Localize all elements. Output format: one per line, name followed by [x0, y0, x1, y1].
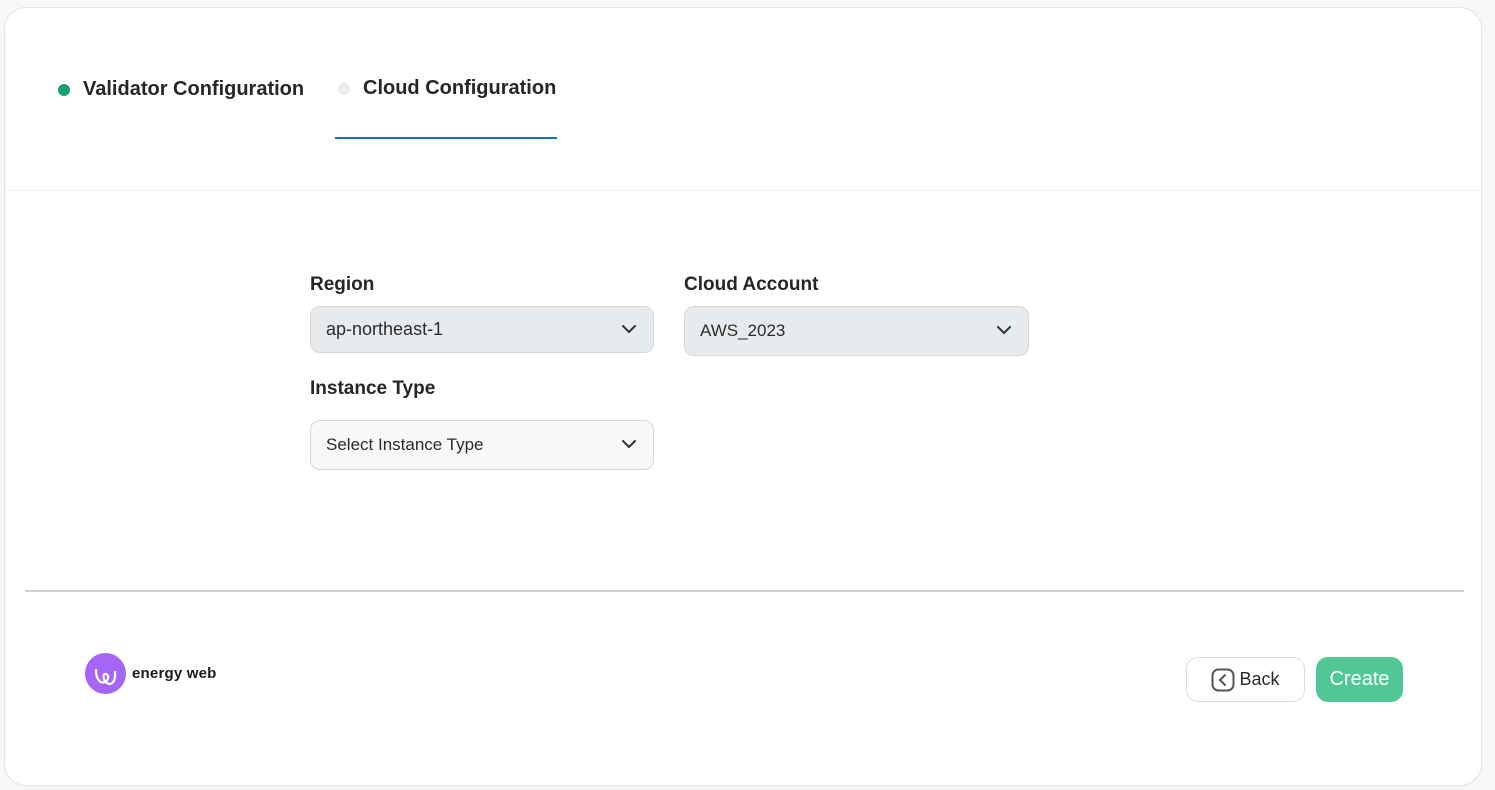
instance-type-placeholder: Select Instance Type — [326, 435, 484, 454]
chevron-down-icon — [622, 440, 636, 448]
chevron-down-icon — [622, 324, 636, 333]
region-select[interactable]: ap-northeast-1 — [310, 306, 654, 353]
step-label: Cloud Configuration — [363, 77, 557, 99]
create-button[interactable]: Create — [1316, 657, 1403, 702]
cloud-account-label: Cloud Account — [684, 274, 819, 295]
step-status-dot-icon — [338, 82, 350, 95]
instance-type-select[interactable]: Select Instance Type — [310, 420, 654, 470]
cloud-account-select[interactable]: AWS_2023 — [684, 306, 1029, 356]
step-validator-configuration[interactable]: Validator Configuration — [58, 78, 304, 101]
chevron-left-box-icon — [1211, 668, 1235, 691]
energy-web-logo: energy web — [85, 653, 217, 694]
header-divider — [5, 190, 1481, 191]
active-step-indicator — [335, 137, 557, 139]
step-label: Validator Configuration — [83, 78, 305, 100]
step-cloud-configuration[interactable]: Cloud Configuration — [338, 77, 556, 100]
cloud-account-value: AWS_2023 — [700, 321, 786, 340]
back-label: Back — [1239, 669, 1280, 689]
logo-text: energy web — [132, 665, 217, 682]
back-button[interactable]: Back — [1186, 657, 1305, 702]
footer-divider — [25, 590, 1464, 592]
chevron-down-icon — [997, 326, 1011, 334]
energy-web-logo-icon — [85, 653, 126, 694]
step-status-dot-icon — [58, 83, 70, 96]
instance-type-label: Instance Type — [310, 378, 436, 399]
wizard-card: Validator Configuration Cloud Configurat… — [4, 7, 1482, 786]
region-label: Region — [310, 274, 375, 295]
region-value: ap-northeast-1 — [326, 319, 444, 339]
